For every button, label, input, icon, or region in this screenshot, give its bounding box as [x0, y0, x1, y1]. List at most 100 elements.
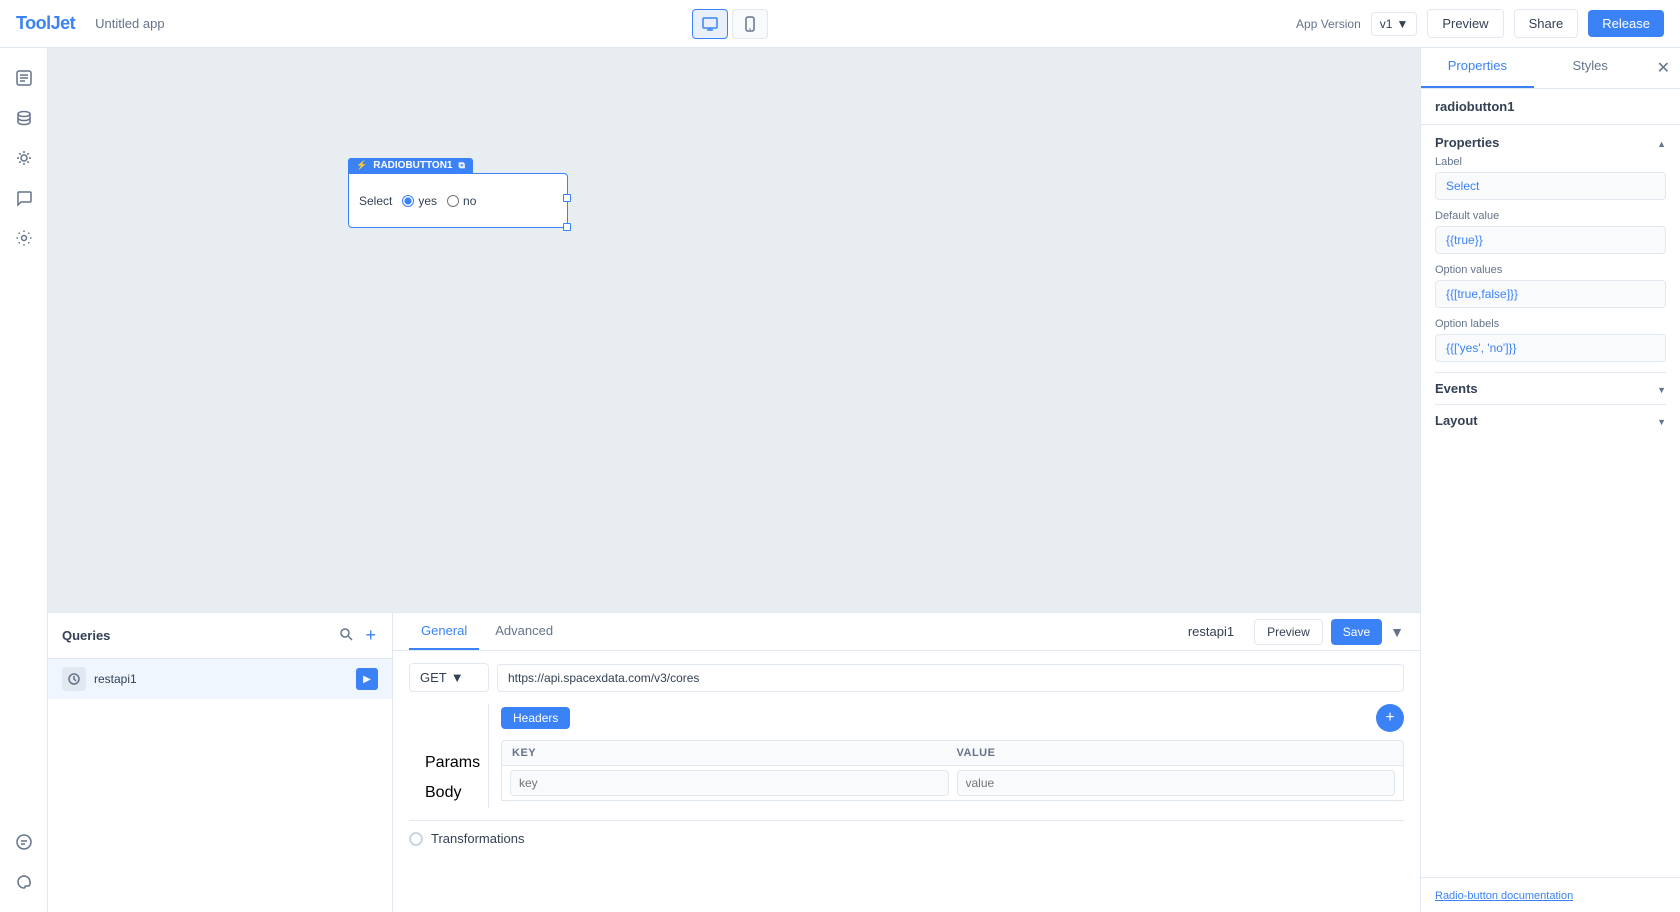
add-query-btn[interactable]: + [363, 623, 378, 648]
sidebar-item-plugins[interactable] [6, 140, 42, 176]
widget-label: Select [359, 194, 392, 208]
header-key-input[interactable] [510, 770, 949, 796]
properties-section: Properties Label Select Default value {{… [1421, 125, 1680, 877]
sidebar-item-pages[interactable] [6, 60, 42, 96]
query-save-btn[interactable]: Save [1331, 619, 1382, 645]
radio-yes-input[interactable] [402, 195, 414, 207]
properties-collapse-icon [1657, 135, 1666, 150]
topbar: ToolJet Untitled app App Version v1 ▼ Pr… [0, 0, 1680, 48]
version-selector[interactable]: v1 ▼ [1371, 12, 1418, 36]
events-label: Events [1435, 381, 1478, 396]
queries-title: Queries [62, 628, 110, 643]
app-version-label: App Version [1296, 17, 1361, 31]
component-name: radiobutton1 [1421, 89, 1680, 125]
option-values-label: Option values [1435, 264, 1666, 276]
properties-header[interactable]: Properties [1435, 125, 1666, 156]
sidebar-item-comments[interactable] [6, 180, 42, 216]
url-input[interactable] [497, 664, 1404, 692]
widget-body: Select yes no [348, 173, 568, 228]
request-main: Headers + KEY VALUE [489, 704, 1404, 801]
header-row-1 [501, 766, 1404, 801]
default-value-value[interactable]: {{true}} [1435, 226, 1666, 254]
panel-footer: Radio-button documentation [1421, 877, 1680, 912]
sidebar-item-chat[interactable] [6, 824, 42, 860]
key-column-header: KEY [512, 747, 949, 759]
option-values-prop: Option values {{[true,false]}} [1435, 264, 1666, 308]
search-queries-btn[interactable] [337, 623, 355, 648]
query-body: GET ▼ Params Body [393, 651, 1420, 912]
option-values-value[interactable]: {{[true,false]}} [1435, 280, 1666, 308]
widget-label-bar: ⚡ RADIOBUTTON1 ⧉ [348, 158, 473, 173]
tab-advanced[interactable]: Advanced [483, 613, 565, 650]
option-labels-value[interactable]: {{['yes', 'no']}} [1435, 334, 1666, 362]
events-collapse-icon [1657, 381, 1666, 396]
resize-handle-br[interactable] [563, 223, 571, 231]
transformations-header[interactable]: Transformations [409, 831, 1404, 846]
mobile-device-btn[interactable] [732, 9, 768, 39]
request-section: Params Body Headers + [409, 704, 1404, 808]
bottom-split: Queries + restapi1 ▶ [48, 613, 1420, 912]
sidebar-item-theme[interactable] [6, 864, 42, 900]
release-button[interactable]: Release [1588, 10, 1664, 37]
query-preview-btn[interactable]: Preview [1254, 619, 1323, 645]
query-name-label: restapi1 [94, 672, 348, 686]
radio-no-input[interactable] [447, 195, 459, 207]
radio-option-yes[interactable]: yes [402, 194, 437, 208]
body-tab[interactable]: Body [409, 778, 488, 808]
panel-close-btn[interactable]: ✕ [1647, 48, 1680, 88]
sidebar-item-settings[interactable] [6, 220, 42, 256]
queries-actions: + [337, 623, 378, 648]
query-editor-actions: Preview Save ▼ [1254, 619, 1404, 645]
default-value-prop: Default value {{true}} [1435, 210, 1666, 254]
app-logo: ToolJet [16, 13, 75, 34]
label-prop-value[interactable]: Select [1435, 172, 1666, 200]
query-list-item[interactable]: restapi1 ▶ [48, 659, 392, 699]
widget-type-label: RADIOBUTTON1 [373, 160, 452, 171]
request-left-labels: Params Body [409, 704, 489, 808]
queries-header: Queries + [48, 613, 392, 659]
run-query-btn[interactable]: ▶ [356, 668, 378, 690]
query-editor-name: restapi1 [1188, 624, 1234, 639]
add-header-btn[interactable]: + [1376, 704, 1404, 732]
doc-link[interactable]: Radio-button documentation [1435, 890, 1573, 902]
transformations-label: Transformations [431, 831, 524, 846]
radio-option-no[interactable]: no [447, 194, 476, 208]
device-switcher [692, 9, 768, 39]
tab-general[interactable]: General [409, 613, 479, 650]
sidebar-item-database[interactable] [6, 100, 42, 136]
query-collapse-btn[interactable]: ▼ [1390, 619, 1404, 645]
layout-label: Layout [1435, 413, 1478, 428]
headers-tab[interactable]: Headers [501, 707, 570, 729]
transform-toggle[interactable] [409, 832, 423, 846]
panel-tabs: Properties Styles ✕ [1421, 48, 1680, 89]
option-labels-prop: Option labels {{['yes', 'no']}} [1435, 318, 1666, 362]
widget-copy-icon[interactable]: ⧉ [458, 160, 464, 171]
resize-handle-tr[interactable] [563, 194, 571, 202]
properties-section-label: Properties [1435, 135, 1499, 150]
header-value-input[interactable] [957, 770, 1396, 796]
app-title: Untitled app [95, 16, 164, 31]
canvas[interactable]: ⚡ RADIOBUTTON1 ⧉ Select yes no [48, 48, 1420, 612]
bottom-panel: Queries + restapi1 ▶ [48, 612, 1420, 912]
tab-styles[interactable]: Styles [1534, 48, 1647, 88]
widget-container[interactable]: ⚡ RADIOBUTTON1 ⧉ Select yes no [348, 158, 568, 228]
label-prop: Label Select [1435, 156, 1666, 200]
version-value: v1 [1380, 17, 1393, 31]
sidebar-bottom [6, 824, 42, 900]
tab-properties[interactable]: Properties [1421, 48, 1534, 88]
share-button[interactable]: Share [1514, 9, 1579, 38]
method-select[interactable]: GET ▼ [409, 663, 489, 692]
value-column-header: VALUE [957, 747, 1394, 759]
layout-collapse-icon [1657, 413, 1666, 428]
events-section[interactable]: Events [1435, 372, 1666, 404]
right-panel: Properties Styles ✕ radiobutton1 Propert… [1420, 48, 1680, 912]
layout-section[interactable]: Layout [1435, 404, 1666, 436]
topbar-right: App Version v1 ▼ Preview Share Release [1296, 9, 1664, 38]
label-prop-label: Label [1435, 156, 1666, 168]
preview-button[interactable]: Preview [1427, 9, 1503, 38]
desktop-device-btn[interactable] [692, 9, 728, 39]
params-tab[interactable]: Params [409, 748, 488, 778]
radio-no-label: no [463, 194, 476, 208]
version-chevron-icon: ▼ [1396, 17, 1408, 31]
radio-yes-label: yes [418, 194, 437, 208]
